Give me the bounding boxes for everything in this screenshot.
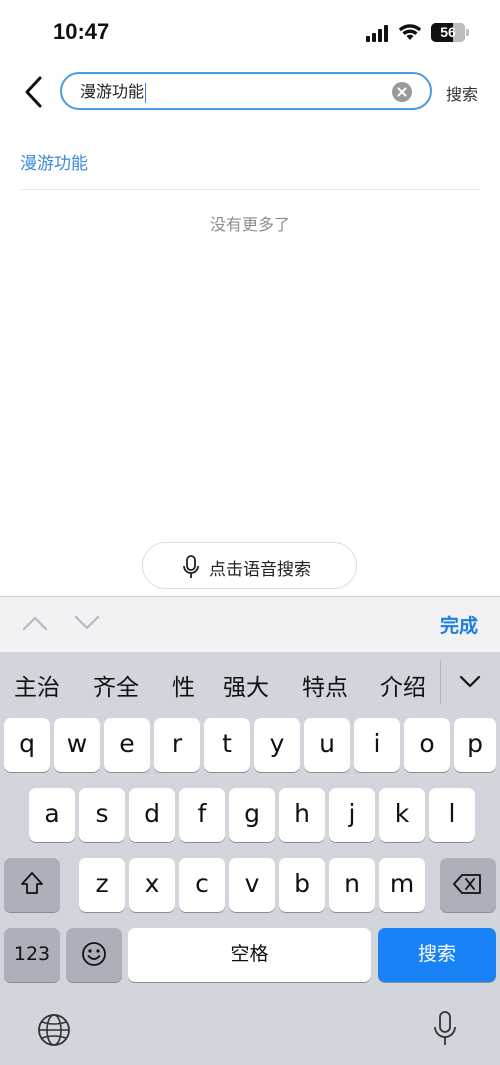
- key[interactable]: k: [379, 788, 425, 842]
- space-key[interactable]: 空格: [128, 928, 371, 982]
- candidate-word[interactable]: 介绍: [380, 668, 426, 702]
- key[interactable]: v: [229, 858, 275, 912]
- key[interactable]: n: [329, 858, 375, 912]
- end-of-list-text: 没有更多了: [209, 215, 290, 234]
- key[interactable]: x: [129, 858, 175, 912]
- emoji-icon: [82, 942, 106, 966]
- key[interactable]: y: [254, 718, 300, 772]
- key[interactable]: t: [204, 718, 250, 772]
- backspace-icon: [453, 874, 481, 894]
- cellular-signal-icon: [366, 24, 392, 42]
- candidate-separator: [440, 660, 441, 704]
- search-button[interactable]: 搜索: [446, 81, 478, 105]
- candidate-bar: 主治 齐全 性 强大 特点 介绍: [0, 652, 500, 716]
- key[interactable]: g: [229, 788, 275, 842]
- battery-level: 56: [440, 24, 456, 40]
- candidate-word[interactable]: 齐全: [93, 668, 139, 702]
- key[interactable]: o: [404, 718, 450, 772]
- search-input-value: 漫游功能: [80, 82, 145, 101]
- key[interactable]: a: [29, 788, 75, 842]
- numbers-key[interactable]: 123: [4, 928, 60, 982]
- status-time: 10:47: [53, 19, 110, 44]
- key[interactable]: q: [4, 718, 50, 772]
- suggestion-item[interactable]: 漫游功能: [20, 149, 88, 174]
- key[interactable]: w: [54, 718, 100, 772]
- wifi-icon: [398, 24, 422, 40]
- text-caret: [145, 82, 147, 103]
- microphone-icon: [183, 555, 199, 578]
- emoji-key[interactable]: [66, 928, 122, 982]
- key[interactable]: b: [279, 858, 325, 912]
- search-input[interactable]: 漫游功能: [60, 72, 432, 110]
- done-button[interactable]: 完成: [440, 611, 478, 638]
- key[interactable]: r: [154, 718, 200, 772]
- input-accessory-bar: 完成: [0, 596, 500, 652]
- voice-search-label: 点击语音搜索: [209, 560, 311, 580]
- microphone-icon[interactable]: [432, 1010, 458, 1048]
- key[interactable]: e: [104, 718, 150, 772]
- shift-icon: [21, 872, 43, 894]
- key[interactable]: u: [304, 718, 350, 772]
- key[interactable]: z: [79, 858, 125, 912]
- chevron-up-icon[interactable]: [22, 615, 48, 631]
- key[interactable]: m: [379, 858, 425, 912]
- key[interactable]: d: [129, 788, 175, 842]
- clear-icon[interactable]: [392, 82, 412, 102]
- key[interactable]: j: [329, 788, 375, 842]
- key[interactable]: l: [429, 788, 475, 842]
- search-key[interactable]: 搜索: [378, 928, 496, 982]
- key[interactable]: f: [179, 788, 225, 842]
- chevron-down-icon[interactable]: [458, 674, 482, 690]
- shift-key[interactable]: [4, 858, 60, 912]
- back-icon[interactable]: [18, 74, 52, 110]
- key[interactable]: p: [454, 718, 496, 772]
- candidate-word[interactable]: 特点: [302, 668, 348, 702]
- key[interactable]: s: [79, 788, 125, 842]
- candidate-word[interactable]: 主治: [14, 668, 60, 702]
- voice-search-button[interactable]: 点击语音搜索: [142, 542, 357, 589]
- backspace-key[interactable]: [440, 858, 496, 912]
- battery-icon: 56: [431, 23, 469, 42]
- chevron-down-icon[interactable]: [74, 615, 100, 631]
- candidate-word[interactable]: 性: [172, 668, 195, 702]
- key[interactable]: i: [354, 718, 400, 772]
- divider: [20, 189, 480, 190]
- globe-icon[interactable]: [36, 1012, 72, 1048]
- key[interactable]: c: [179, 858, 225, 912]
- status-bar: 10:47 56: [0, 0, 500, 60]
- keyboard: 主治 齐全 性 强大 特点 介绍 q w e r t y u i o p a s…: [0, 652, 500, 1065]
- key[interactable]: h: [279, 788, 325, 842]
- candidate-word[interactable]: 强大: [223, 668, 269, 702]
